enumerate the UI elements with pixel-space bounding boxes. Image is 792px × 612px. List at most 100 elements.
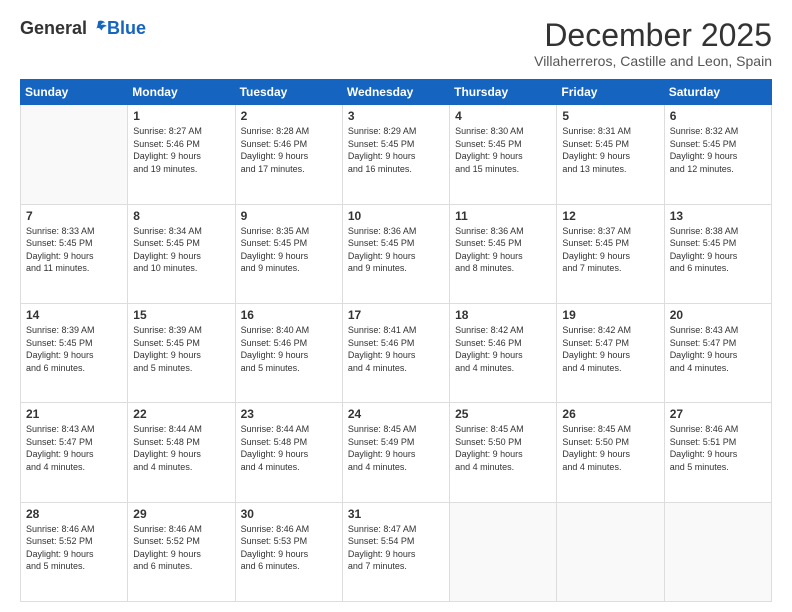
day-info: Sunrise: 8:43 AM Sunset: 5:47 PM Dayligh… — [670, 324, 766, 374]
calendar-cell — [21, 105, 128, 204]
calendar-week-row: 21 Sunrise: 8:43 AM Sunset: 5:47 PM Dayli… — [21, 403, 772, 502]
day-number: 2 — [241, 109, 337, 123]
day-info: Sunrise: 8:37 AM Sunset: 5:45 PM Dayligh… — [562, 225, 658, 275]
day-info: Sunrise: 8:34 AM Sunset: 5:45 PM Dayligh… — [133, 225, 229, 275]
day-info: Sunrise: 8:45 AM Sunset: 5:50 PM Dayligh… — [455, 423, 551, 473]
day-info: Sunrise: 8:36 AM Sunset: 5:45 PM Dayligh… — [348, 225, 444, 275]
day-info: Sunrise: 8:36 AM Sunset: 5:45 PM Dayligh… — [455, 225, 551, 275]
day-info: Sunrise: 8:38 AM Sunset: 5:45 PM Dayligh… — [670, 225, 766, 275]
calendar-cell — [664, 502, 771, 601]
calendar-cell: 3 Sunrise: 8:29 AM Sunset: 5:45 PM Daylig… — [342, 105, 449, 204]
day-info: Sunrise: 8:27 AM Sunset: 5:46 PM Dayligh… — [133, 125, 229, 175]
col-friday: Friday — [557, 80, 664, 105]
calendar-cell: 16 Sunrise: 8:40 AM Sunset: 5:46 PM Dayli… — [235, 303, 342, 402]
day-info: Sunrise: 8:44 AM Sunset: 5:48 PM Dayligh… — [133, 423, 229, 473]
day-number: 10 — [348, 209, 444, 223]
col-wednesday: Wednesday — [342, 80, 449, 105]
calendar-cell: 10 Sunrise: 8:36 AM Sunset: 5:45 PM Dayli… — [342, 204, 449, 303]
calendar-cell: 8 Sunrise: 8:34 AM Sunset: 5:45 PM Daylig… — [128, 204, 235, 303]
calendar-table: Sunday Monday Tuesday Wednesday Thursday… — [20, 79, 772, 602]
day-number: 16 — [241, 308, 337, 322]
day-info: Sunrise: 8:40 AM Sunset: 5:46 PM Dayligh… — [241, 324, 337, 374]
day-number: 30 — [241, 507, 337, 521]
calendar-cell: 21 Sunrise: 8:43 AM Sunset: 5:47 PM Dayli… — [21, 403, 128, 502]
calendar-cell: 14Sunrise: 8:39 AM Sunset: 5:45 PM Dayli… — [21, 303, 128, 402]
calendar-cell — [450, 502, 557, 601]
calendar-cell: 23Sunrise: 8:44 AM Sunset: 5:48 PM Dayli… — [235, 403, 342, 502]
day-info: Sunrise: 8:46 AM Sunset: 5:52 PM Dayligh… — [26, 523, 122, 573]
calendar-cell: 29Sunrise: 8:46 AM Sunset: 5:52 PM Dayli… — [128, 502, 235, 601]
calendar-cell: 5 Sunrise: 8:31 AM Sunset: 5:45 PM Daylig… — [557, 105, 664, 204]
calendar-cell: 13 Sunrise: 8:38 AM Sunset: 5:45 PM Dayli… — [664, 204, 771, 303]
day-number: 29 — [133, 507, 229, 521]
calendar-cell: 15Sunrise: 8:39 AM Sunset: 5:45 PM Dayli… — [128, 303, 235, 402]
day-number: 17 — [348, 308, 444, 322]
day-number: 14 — [26, 308, 122, 322]
day-number: 5 — [562, 109, 658, 123]
day-info: Sunrise: 8:42 AM Sunset: 5:46 PM Dayligh… — [455, 324, 551, 374]
day-info: Sunrise: 8:47 AM Sunset: 5:54 PM Dayligh… — [348, 523, 444, 573]
calendar-cell: 25 Sunrise: 8:45 AM Sunset: 5:50 PM Dayli… — [450, 403, 557, 502]
logo: General Blue — [20, 18, 146, 39]
month-title: December 2025 — [534, 18, 772, 53]
day-number: 4 — [455, 109, 551, 123]
day-number: 9 — [241, 209, 337, 223]
col-saturday: Saturday — [664, 80, 771, 105]
day-info: Sunrise: 8:42 AM Sunset: 5:47 PM Dayligh… — [562, 324, 658, 374]
day-number: 27 — [670, 407, 766, 421]
calendar-cell: 7 Sunrise: 8:33 AM Sunset: 5:45 PM Daylig… — [21, 204, 128, 303]
day-number: 8 — [133, 209, 229, 223]
calendar-cell: 6Sunrise: 8:32 AM Sunset: 5:45 PM Daylig… — [664, 105, 771, 204]
day-number: 26 — [562, 407, 658, 421]
col-sunday: Sunday — [21, 80, 128, 105]
calendar-cell: 9Sunrise: 8:35 AM Sunset: 5:45 PM Daylig… — [235, 204, 342, 303]
calendar-cell: 30 Sunrise: 8:46 AM Sunset: 5:53 PM Dayli… — [235, 502, 342, 601]
day-number: 24 — [348, 407, 444, 421]
calendar-cell: 17Sunrise: 8:41 AM Sunset: 5:46 PM Dayli… — [342, 303, 449, 402]
day-number: 3 — [348, 109, 444, 123]
day-info: Sunrise: 8:30 AM Sunset: 5:45 PM Dayligh… — [455, 125, 551, 175]
day-info: Sunrise: 8:33 AM Sunset: 5:45 PM Dayligh… — [26, 225, 122, 275]
day-info: Sunrise: 8:44 AM Sunset: 5:48 PM Dayligh… — [241, 423, 337, 473]
day-number: 19 — [562, 308, 658, 322]
calendar-week-row: 14 Sunrise: 8:39 AM Sunset: 5:45 PM Dayli… — [21, 303, 772, 402]
day-number: 21 — [26, 407, 122, 421]
calendar-header-row: Sunday Monday Tuesday Wednesday Thursday… — [21, 80, 772, 105]
calendar-cell: 11Sunrise: 8:36 AM Sunset: 5:45 PM Dayli… — [450, 204, 557, 303]
day-number: 18 — [455, 308, 551, 322]
day-info: Sunrise: 8:43 AM Sunset: 5:47 PM Dayligh… — [26, 423, 122, 473]
day-number: 31 — [348, 507, 444, 521]
day-info: Sunrise: 8:45 AM Sunset: 5:49 PM Dayligh… — [348, 423, 444, 473]
col-tuesday: Tuesday — [235, 80, 342, 105]
day-info: Sunrise: 8:46 AM Sunset: 5:53 PM Dayligh… — [241, 523, 337, 573]
calendar-cell: 28Sunrise: 8:46 AM Sunset: 5:52 PM Dayli… — [21, 502, 128, 601]
day-number: 25 — [455, 407, 551, 421]
header: General Blue December 2025 Villaherreros… — [20, 18, 772, 69]
day-number: 22 — [133, 407, 229, 421]
calendar-cell: 20 Sunrise: 8:43 AM Sunset: 5:47 PM Dayli… — [664, 303, 771, 402]
calendar-cell: 12Sunrise: 8:37 AM Sunset: 5:45 PM Dayli… — [557, 204, 664, 303]
day-number: 7 — [26, 209, 122, 223]
calendar-week-row: 1 Sunrise: 8:27 AM Sunset: 5:46 PM Daylig… — [21, 105, 772, 204]
day-info: Sunrise: 8:28 AM Sunset: 5:46 PM Dayligh… — [241, 125, 337, 175]
calendar-cell: 24 Sunrise: 8:45 AM Sunset: 5:49 PM Dayli… — [342, 403, 449, 502]
day-info: Sunrise: 8:45 AM Sunset: 5:50 PM Dayligh… — [562, 423, 658, 473]
calendar-cell — [557, 502, 664, 601]
day-info: Sunrise: 8:46 AM Sunset: 5:51 PM Dayligh… — [670, 423, 766, 473]
day-info: Sunrise: 8:39 AM Sunset: 5:45 PM Dayligh… — [133, 324, 229, 374]
day-number: 13 — [670, 209, 766, 223]
logo-general-text: General — [20, 18, 87, 39]
calendar-cell: 22 Sunrise: 8:44 AM Sunset: 5:48 PM Dayli… — [128, 403, 235, 502]
day-info: Sunrise: 8:29 AM Sunset: 5:45 PM Dayligh… — [348, 125, 444, 175]
col-thursday: Thursday — [450, 80, 557, 105]
location-subtitle: Villaherreros, Castille and Leon, Spain — [534, 53, 772, 69]
calendar-cell: 1 Sunrise: 8:27 AM Sunset: 5:46 PM Daylig… — [128, 105, 235, 204]
calendar-cell: 26 Sunrise: 8:45 AM Sunset: 5:50 PM Dayli… — [557, 403, 664, 502]
page: General Blue December 2025 Villaherreros… — [0, 0, 792, 612]
day-info: Sunrise: 8:31 AM Sunset: 5:45 PM Dayligh… — [562, 125, 658, 175]
day-number: 20 — [670, 308, 766, 322]
calendar-week-row: 28Sunrise: 8:46 AM Sunset: 5:52 PM Dayli… — [21, 502, 772, 601]
day-number: 6 — [670, 109, 766, 123]
logo-blue-text: Blue — [107, 18, 146, 39]
day-number: 1 — [133, 109, 229, 123]
